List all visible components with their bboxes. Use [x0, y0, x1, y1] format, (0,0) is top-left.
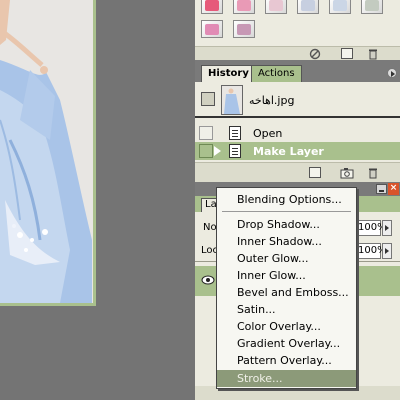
document-canvas[interactable]: [0, 0, 93, 303]
history-brush-icon[interactable]: [201, 92, 215, 106]
history-step-label: Open: [253, 127, 283, 140]
blend-mode-select[interactable]: No: [203, 222, 217, 233]
style-swatch[interactable]: [233, 0, 255, 14]
document-workspace: [0, 0, 195, 400]
trash-icon[interactable]: [367, 48, 379, 60]
menu-item-color-overlay[interactable]: Color Overlay...: [217, 318, 356, 335]
bride-photo: [0, 0, 93, 303]
history-step-label: Make Layer: [253, 145, 324, 158]
history-step[interactable]: Open: [195, 124, 400, 142]
snapshot-name: اهاخه.jpg: [249, 94, 295, 107]
layer-style-context-menu: Blending Options... Drop Shadow... Inner…: [216, 187, 357, 389]
style-swatch[interactable]: [201, 0, 223, 14]
styles-panel: [195, 0, 400, 60]
history-source-box[interactable]: [199, 144, 213, 158]
fill-slider-arrow-icon[interactable]: [382, 243, 392, 259]
history-panel: History Actions اهاخه.jpg Open Make Laye…: [195, 62, 400, 182]
camera-icon[interactable]: [340, 167, 354, 179]
style-swatch[interactable]: [233, 20, 255, 38]
style-swatch[interactable]: [329, 0, 351, 14]
history-tab-bar: History Actions: [195, 62, 400, 82]
style-swatch[interactable]: [265, 0, 287, 14]
no-style-icon[interactable]: [309, 48, 321, 60]
opacity-field[interactable]: 100%: [355, 220, 387, 236]
menu-item-outer-glow[interactable]: Outer Glow...: [217, 250, 356, 267]
styles-panel-footer: [195, 46, 400, 60]
tab-actions[interactable]: Actions: [251, 65, 302, 82]
menu-separator: [222, 211, 351, 212]
menu-item-inner-glow[interactable]: Inner Glow...: [217, 267, 356, 284]
menu-item-satin[interactable]: Satin...: [217, 301, 356, 318]
fill-field[interactable]: 100%: [355, 243, 387, 259]
style-swatch[interactable]: [201, 20, 223, 38]
eye-icon[interactable]: [201, 274, 215, 286]
history-panel-footer: [195, 162, 400, 182]
new-document-icon[interactable]: [309, 167, 321, 178]
snapshot-thumbnail: [221, 85, 243, 115]
style-swatch[interactable]: [361, 0, 383, 14]
menu-item-inner-shadow[interactable]: Inner Shadow...: [217, 233, 356, 250]
opacity-slider-arrow-icon[interactable]: [382, 220, 392, 236]
menu-item-blending-options[interactable]: Blending Options...: [217, 191, 356, 208]
trash-icon[interactable]: [367, 167, 379, 179]
tab-history[interactable]: History: [201, 65, 256, 82]
new-style-icon[interactable]: [341, 48, 353, 59]
panel-menu-arrow-icon[interactable]: [387, 68, 397, 78]
menu-item-pattern-overlay[interactable]: Pattern Overlay...: [217, 352, 356, 369]
menu-item-bevel-and-emboss[interactable]: Bevel and Emboss...: [217, 284, 356, 301]
menu-item-drop-shadow[interactable]: Drop Shadow...: [217, 216, 356, 233]
minimize-icon[interactable]: [376, 184, 387, 194]
history-state-icon: [229, 144, 241, 158]
menu-item-stroke[interactable]: Stroke...: [217, 370, 356, 387]
history-snapshot-row[interactable]: اهاخه.jpg: [195, 82, 400, 118]
document-window-frame: [0, 0, 96, 306]
history-source-box[interactable]: [199, 126, 213, 140]
history-step-active[interactable]: Make Layer: [195, 142, 400, 160]
close-icon[interactable]: ×: [388, 183, 399, 195]
history-state-icon: [229, 126, 241, 140]
menu-item-gradient-overlay[interactable]: Gradient Overlay...: [217, 335, 356, 352]
style-swatch[interactable]: [297, 0, 319, 14]
state-pointer-icon: [214, 146, 221, 156]
